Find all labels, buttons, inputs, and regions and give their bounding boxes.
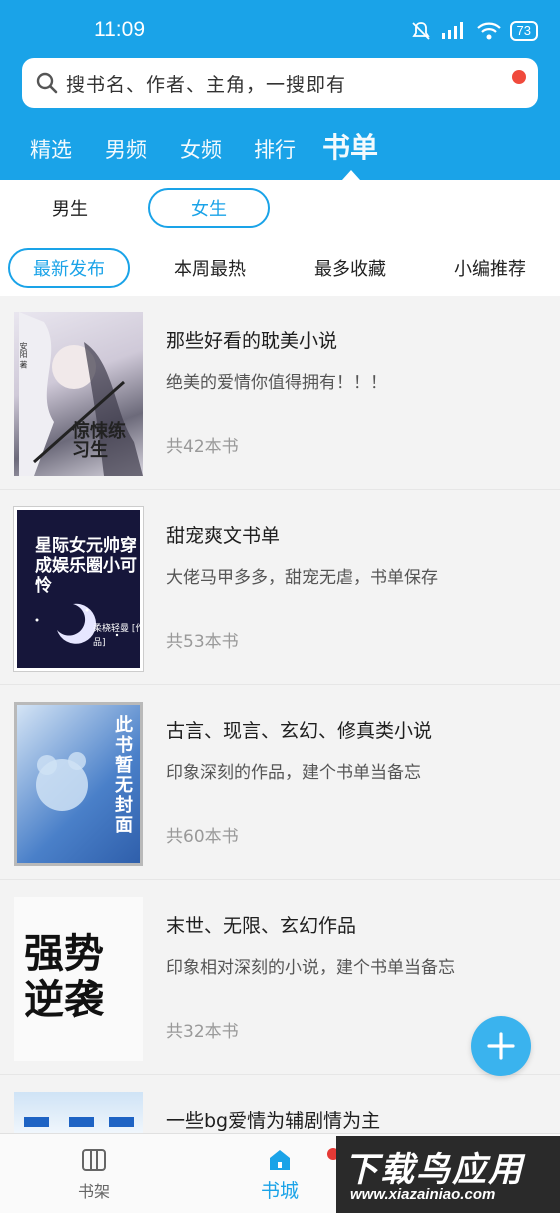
status-time: 11:09 <box>94 18 145 41</box>
booklist-desc: 印象相对深刻的小说，建个书单当备忘 <box>166 958 455 978</box>
book-cover[interactable]: 此书暂无封面 <box>14 702 143 866</box>
book-cover[interactable]: 强势逆袭 <box>14 897 143 1061</box>
list-item[interactable]: 此书暂无封面 古言、现言、玄幻、修真类小说 印象深刻的作品，建个书单当备忘 共6… <box>0 686 560 880</box>
sort-filter: 最新发布 本周最热 最多收藏 小编推荐 <box>0 236 560 296</box>
watermark-title: 下载鸟应用 <box>344 1150 524 1190</box>
booklist-count: 共60本书 <box>166 827 239 847</box>
booklist-title: 一些bg爱情为辅剧情为主 <box>166 1110 381 1132</box>
bottom-nav-label: 书架 <box>77 1182 110 1201</box>
home-icon <box>270 1150 290 1170</box>
gender-filter: 男生 女生 <box>0 180 560 236</box>
status-bar: 11:09 73 <box>0 0 560 58</box>
booklist-title: 末世、无限、玄幻作品 <box>166 915 357 937</box>
cover-title: 强势逆袭 <box>24 930 104 1023</box>
bottom-nav-bookstore[interactable]: 书城 <box>240 1146 320 1203</box>
cover-author: 柔桡轻曼 [作品] <box>93 624 143 648</box>
cover-title: 星际女元帅穿成娱乐圈小可怜 <box>35 536 137 596</box>
search-icon <box>36 72 58 94</box>
cover-title: 此书暂无封面 <box>112 715 133 835</box>
tab-nanpin[interactable]: 男频 <box>105 134 147 164</box>
active-tab-caret <box>342 170 360 180</box>
wifi-icon <box>476 22 501 40</box>
app-header: 11:09 73 搜书名、作者、主角，一搜即有 精选 男频 女频 排行 书单 <box>0 0 560 180</box>
booklist-title: 古言、现言、玄幻、修真类小说 <box>166 720 433 742</box>
booklist-count: 共42本书 <box>166 437 239 457</box>
cover-title: 惊悚练习生 <box>72 421 126 461</box>
battery-indicator: 73 <box>509 21 538 41</box>
list-item[interactable]: 星际女元帅穿成娱乐圈小可怜 柔桡轻曼 [作品] 甜宠爽文书单 大佬马甲多多，甜宠… <box>0 491 560 685</box>
booklist-count: 共53本书 <box>166 632 239 652</box>
mute-icon <box>411 22 430 40</box>
watermark-url: www.xiazainiao.com <box>350 1186 496 1203</box>
booklist-desc: 大佬马甲多多，甜宠无虐，书单保存 <box>166 568 438 588</box>
tab-nvpin[interactable]: 女频 <box>180 134 222 164</box>
sort-editor-picks[interactable]: 小编推荐 <box>440 248 540 288</box>
sort-most-favorited[interactable]: 最多收藏 <box>300 248 400 288</box>
tab-jingxuan[interactable]: 精选 <box>30 134 72 164</box>
notification-dot <box>512 70 526 84</box>
sort-latest[interactable]: 最新发布 <box>8 248 130 288</box>
search-bar[interactable]: 搜书名、作者、主角，一搜即有 <box>22 58 538 108</box>
list-item[interactable]: 安阳 著 惊悚练习生 那些好看的耽美小说 绝美的爱情你值得拥有！！！ 共42本书 <box>0 296 560 490</box>
tab-paihang[interactable]: 排行 <box>254 134 296 164</box>
category-tabs: 精选 男频 女频 排行 书单 <box>0 126 560 176</box>
search-input[interactable]: 搜书名、作者、主角，一搜即有 <box>66 70 346 97</box>
booklist-count: 共32本书 <box>166 1022 239 1042</box>
watermark: 下载鸟应用 www.xiazainiao.com <box>336 1136 560 1213</box>
bookshelf-icon <box>82 1149 106 1171</box>
booklist-desc: 绝美的爱情你值得拥有！！！ <box>166 373 387 393</box>
sort-weekly-hot[interactable]: 本周最热 <box>160 248 260 288</box>
plus-icon <box>487 1032 515 1060</box>
bottom-nav-label: 书城 <box>260 1180 299 1202</box>
tab-shudan[interactable]: 书单 <box>322 126 378 166</box>
signal-icon <box>441 22 463 39</box>
booklist-title: 那些好看的耽美小说 <box>166 330 338 352</box>
gender-male[interactable]: 男生 <box>40 188 100 228</box>
book-cover[interactable]: 安阳 著 惊悚练习生 <box>14 312 143 476</box>
booklist-title: 甜宠爽文书单 <box>166 525 281 547</box>
book-cover[interactable]: 星际女元帅穿成娱乐圈小可怜 柔桡轻曼 [作品] <box>13 506 144 672</box>
booklist-desc: 印象深刻的作品，建个书单当备忘 <box>166 763 421 783</box>
cover-author: 安阳 著 <box>19 342 28 369</box>
add-booklist-button[interactable] <box>471 1016 531 1076</box>
gender-female[interactable]: 女生 <box>148 188 270 228</box>
status-icons: 73 <box>410 20 538 42</box>
bottom-nav-bookshelf[interactable]: 书架 <box>54 1146 134 1202</box>
